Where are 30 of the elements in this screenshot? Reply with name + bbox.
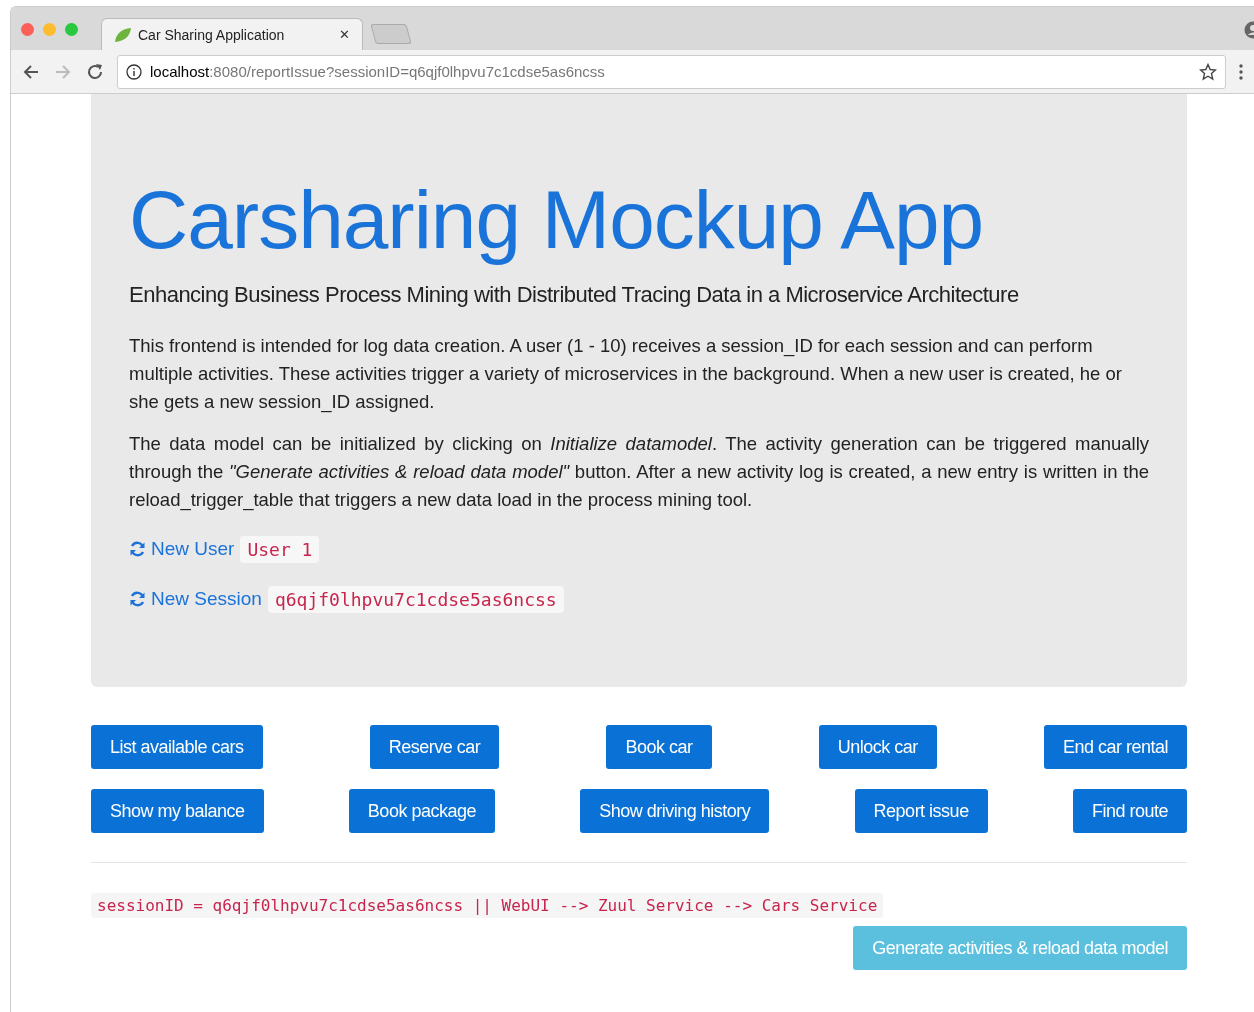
code-value: User 1 [240, 535, 320, 563]
page-title: Carsharing Mockup App [129, 173, 985, 267]
action-button[interactable]: Show my balance [91, 789, 264, 833]
refresh-link[interactable]: New User [129, 538, 235, 560]
action-button[interactable]: Book car [606, 725, 712, 769]
refresh-icon [129, 591, 146, 607]
info-icon [126, 63, 142, 80]
action-button[interactable]: Find route [1072, 789, 1187, 833]
close-window-button[interactable] [21, 23, 34, 36]
action-button[interactable]: List available cars [91, 725, 263, 769]
browser-tab[interactable]: Car Sharing Application ✕ [101, 18, 363, 50]
code-value: q6qjf0lhpvu7c1cdse5as6ncss [267, 585, 564, 613]
address-bar[interactable]: localhost:8080/reportIssue?sessionID=q6qjf0lhpvu7c1cdse5as6ncss [117, 54, 1226, 89]
bookmark-star-icon[interactable] [1199, 62, 1217, 81]
menu-icon[interactable] [1238, 62, 1244, 81]
action-button[interactable]: Reserve car [369, 725, 500, 769]
description-paragraph: This frontend is intended for log data creation. A user (1 - 10) receives a session_ID for each session and can perform multiple activities. These activities trigger a variety of microservices in the background. When a new user is created, he or she gets a new session_ID assigned. [129, 334, 1123, 415]
action-button[interactable]: Report issue [854, 789, 988, 833]
description-paragraph: The data model can be initialized by clicking on Initialize datamodel. The activity generation can be triggered manually through the "Generate activities & reload data model" button. After a new activity log is created, a new entry is written in the reload_trigger_table that triggers a new data load in the process mining tool. [129, 432, 1149, 513]
action-button[interactable]: Unlock car [818, 725, 937, 769]
action-button[interactable]: End car rental [1043, 725, 1187, 769]
close-tab-icon[interactable]: ✕ [339, 27, 350, 42]
trace-output: sessionID = q6qjf0lhpvu7c1cdse5as6ncss || WebUI --> Zuul Service --> Cars Service [91, 893, 884, 918]
reload-icon[interactable] [85, 61, 105, 82]
action-button[interactable]: Show driving history [580, 789, 770, 833]
refresh-link[interactable]: New Session [129, 588, 262, 610]
action-button[interactable]: Book package [348, 789, 495, 833]
refresh-icon [129, 541, 146, 557]
subtitle: Enhancing Business Process Mining with Distributed Tracing Data in a Microservice Architecture [129, 282, 1020, 308]
leaf-icon [114, 26, 132, 43]
